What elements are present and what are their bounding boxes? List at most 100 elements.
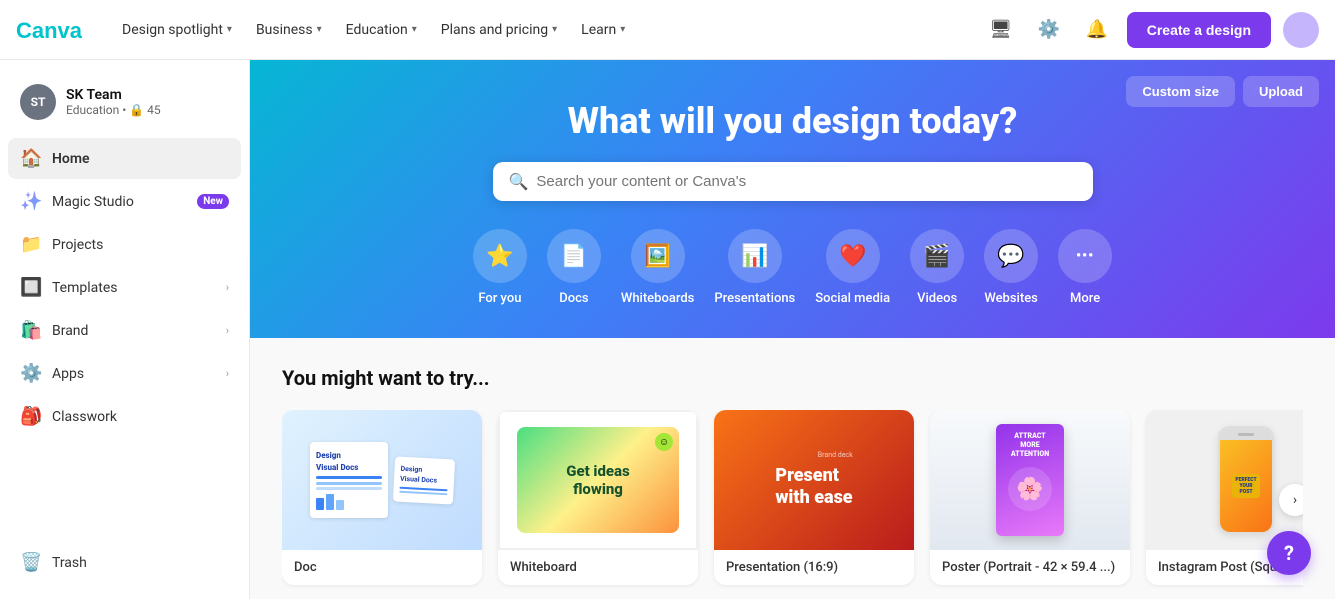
sidebar-item-apps[interactable]: ⚙️ Apps › [8, 353, 241, 394]
category-websites[interactable]: 💬 Websites [984, 229, 1038, 306]
topnav-right: 🖥 ⚙️ 🔔 Create a design [983, 12, 1319, 48]
sidebar-projects-label: Projects [52, 237, 229, 253]
nav-learn[interactable]: Learn ▾ [571, 16, 635, 44]
custom-size-button[interactable]: Custom size [1126, 76, 1235, 107]
nav-business[interactable]: Business ▾ [246, 16, 332, 44]
nav-plans-label: Plans and pricing [441, 22, 548, 38]
scroll-right-button[interactable]: › [1279, 484, 1303, 516]
main-content-section: You might want to try... Design Visual D… [250, 338, 1335, 599]
card-doc[interactable]: Design Visual Docs [282, 410, 482, 585]
sidebar-magic-label: Magic Studio [52, 194, 187, 210]
magic-studio-icon: ✨ [20, 191, 42, 212]
card-whiteboard[interactable]: ☺ Get ideasflowing Whiteboard [498, 410, 698, 585]
poster-thumb: ATTRACTMOREATTENTION 🌸 [930, 410, 1130, 550]
category-whiteboards[interactable]: 🖼️ Whiteboards [621, 229, 694, 306]
sidebar-user-avatar: ST [20, 84, 56, 120]
nav-design-spotlight[interactable]: Design spotlight ▾ [112, 16, 242, 44]
classwork-icon: 🎒 [20, 406, 42, 427]
websites-label: Websites [984, 291, 1038, 306]
sidebar-user: ST SK Team Education • 🔒 45 [8, 76, 241, 128]
templates-icon: 🔲 [20, 277, 42, 298]
nav-business-label: Business [256, 22, 313, 38]
whiteboards-icon: 🖼️ [631, 229, 685, 283]
hero-search-bar[interactable]: 🔍 [493, 162, 1093, 201]
videos-icon: 🎬 [910, 229, 964, 283]
category-docs[interactable]: 📄 Docs [547, 229, 601, 306]
category-social-media[interactable]: ❤️ Social media [815, 229, 890, 306]
card-presentation[interactable]: Brand deck Presentwith ease Presentation… [714, 410, 914, 585]
sidebar-trash-label: Trash [52, 555, 229, 571]
nav-design-spotlight-label: Design spotlight [122, 22, 223, 38]
sidebar-brand-label: Brand [52, 323, 216, 339]
sidebar-item-home[interactable]: 🏠 Home [8, 138, 241, 179]
brand-icon: 🛍️ [20, 320, 42, 341]
more-label: More [1070, 291, 1100, 306]
sidebar-spacer [8, 439, 241, 540]
category-for-you[interactable]: ⭐ For you [473, 229, 527, 306]
card-poster[interactable]: ATTRACTMOREATTENTION 🌸 Poster (Portrait … [930, 410, 1130, 585]
nav-education[interactable]: Education ▾ [336, 16, 427, 44]
home-icon: 🏠 [20, 148, 42, 169]
apps-icon: ⚙️ [20, 363, 42, 384]
category-more[interactable]: ••• More [1058, 229, 1112, 306]
help-button[interactable]: ? [1267, 531, 1311, 575]
sidebar-templates-label: Templates [52, 280, 216, 296]
sidebar-home-label: Home [52, 151, 229, 167]
monitor-icon[interactable]: 🖥 [983, 12, 1019, 48]
projects-icon: 📁 [20, 234, 42, 255]
create-design-button[interactable]: Create a design [1127, 12, 1271, 48]
trash-icon: 🗑️ [20, 552, 42, 573]
notifications-icon[interactable]: 🔔 [1079, 12, 1115, 48]
social-media-label: Social media [815, 291, 890, 306]
category-videos[interactable]: 🎬 Videos [910, 229, 964, 306]
hero-actions: Custom size Upload [1126, 76, 1319, 107]
logo[interactable]: Canva [16, 16, 88, 44]
templates-chevron-icon: › [226, 281, 229, 294]
whiteboards-label: Whiteboards [621, 291, 694, 306]
sidebar-item-templates[interactable]: 🔲 Templates › [8, 267, 241, 308]
upload-button[interactable]: Upload [1243, 76, 1319, 107]
nav-business-chevron: ▾ [317, 24, 322, 35]
sidebar-item-projects[interactable]: 📁 Projects [8, 224, 241, 265]
avatar[interactable] [1283, 12, 1319, 48]
main-content: Custom size Upload What will you design … [250, 60, 1335, 599]
topnav-nav: Design spotlight ▾ Business ▾ Education … [112, 16, 635, 44]
doc-thumb: Design Visual Docs [282, 410, 482, 550]
sidebar-item-trash[interactable]: 🗑️ Trash [8, 542, 241, 583]
sidebar-user-name: SK Team [66, 87, 161, 103]
sidebar-user-meta: Education • 🔒 45 [66, 103, 161, 117]
hero-title: What will you design today? [568, 100, 1018, 142]
search-icon: 🔍 [509, 172, 529, 191]
nav-plans[interactable]: Plans and pricing ▾ [431, 16, 567, 44]
svg-text:Canva: Canva [16, 18, 83, 43]
sidebar-classwork-label: Classwork [52, 409, 229, 425]
for-you-label: For you [478, 291, 521, 306]
cards-row: Design Visual Docs [282, 410, 1303, 589]
settings-icon[interactable]: ⚙️ [1031, 12, 1067, 48]
sidebar-item-classwork[interactable]: 🎒 Classwork [8, 396, 241, 437]
whiteboard-thumb: ☺ Get ideasflowing [498, 410, 698, 550]
more-icon: ••• [1058, 229, 1112, 283]
hero-categories: ⭐ For you 📄 Docs 🖼️ Whiteboards 📊 Presen… [473, 229, 1112, 306]
presentations-label: Presentations [714, 291, 795, 306]
social-media-icon: ❤️ [826, 229, 880, 283]
category-presentations[interactable]: 📊 Presentations [714, 229, 795, 306]
nav-design-spotlight-chevron: ▾ [227, 24, 232, 35]
topnav: Canva Design spotlight ▾ Business ▾ Educ… [0, 0, 1335, 60]
search-input[interactable] [536, 173, 1076, 190]
sidebar: ST SK Team Education • 🔒 45 🏠 Home ✨ Mag… [0, 60, 250, 599]
apps-chevron-icon: › [226, 367, 229, 380]
hero: Custom size Upload What will you design … [250, 60, 1335, 338]
presentation-label: Presentation (16:9) [714, 550, 914, 585]
sidebar-item-brand[interactable]: 🛍️ Brand › [8, 310, 241, 351]
nav-education-label: Education [346, 22, 408, 38]
sidebar-magic-badge: New [197, 194, 229, 209]
sidebar-apps-label: Apps [52, 366, 216, 382]
sidebar-item-magic-studio[interactable]: ✨ Magic Studio New [8, 181, 241, 222]
instagram-thumb: PERFECTYOURPOST [1146, 410, 1303, 550]
nav-plans-chevron: ▾ [552, 24, 557, 35]
websites-icon: 💬 [984, 229, 1038, 283]
for-you-icon: ⭐ [473, 229, 527, 283]
sidebar-user-info: SK Team Education • 🔒 45 [66, 87, 161, 117]
brand-chevron-icon: › [226, 324, 229, 337]
